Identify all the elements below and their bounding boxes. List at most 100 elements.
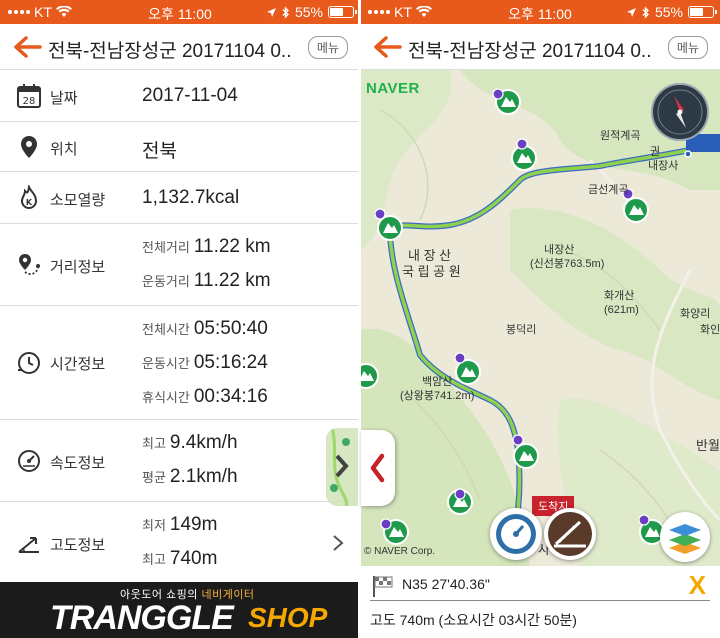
info-row-altitude[interactable]: 고도정보 최저 149m 최고 740m (0, 502, 360, 584)
time-total-key: 전체시간 (142, 322, 190, 337)
time-rest-value: 00:34:16 (193, 386, 268, 407)
altitude-min: 최저 149m (142, 514, 217, 536)
map-label-bongdeokri: 봉덕리 (506, 324, 537, 336)
coordinate-panel: N35 27'40.36" X 고도 740m (소요시간 03시간 50분) (360, 566, 720, 638)
detail-screen: KT 오후 11:00 55% 전북-전남장성군 20171104 0... 메… (0, 0, 360, 638)
naver-logo: NAVER (366, 80, 420, 97)
label-distance: 거리정보 (50, 259, 106, 276)
latitude-text: N35 27'40.36" (402, 576, 490, 592)
bluetooth-icon (642, 5, 649, 19)
time-moving-value: 05:16:24 (193, 352, 268, 373)
gauge-button[interactable] (490, 508, 542, 560)
banner-shop: SHOP (248, 602, 328, 633)
map-label-park-line1: 내 장 산 (408, 248, 452, 263)
info-row-distance: 거리정보 전체거리 11.22 km 운동거리 11.22 km (0, 224, 360, 306)
label-altitude: 고도정보 (50, 537, 106, 554)
battery-percent: 55% (654, 4, 683, 20)
map-label-sangwangbong: (상왕봉741.2m) (400, 390, 475, 402)
calendar-icon: 28 (17, 84, 41, 108)
speed-max: 최고 9.4km/h (142, 432, 238, 454)
info-row-speed: 속도정보 최고 9.4km/h 평균 2.1km/h (0, 420, 360, 502)
pin-icon (21, 136, 37, 158)
map-label-edge-hwa: 화인 (700, 324, 720, 336)
menu-button[interactable]: 메뉴 (307, 36, 348, 59)
map-label-banwol: 반월 (696, 438, 720, 453)
menu-button[interactable]: 메뉴 (667, 36, 708, 59)
status-bar-map: KT 오후 11:00 55% (360, 0, 720, 24)
map-label-hwayangri: 화양리 (680, 308, 711, 320)
close-coordinates-button[interactable]: X (689, 570, 706, 601)
distance-total: 전체거리 11.22 km (142, 236, 271, 258)
status-right-group-map: 55% (626, 4, 717, 20)
map-thumbnail-tab[interactable] (326, 428, 360, 506)
collapse-map-button[interactable] (361, 430, 395, 506)
altitude-max: 최고 740m (142, 548, 217, 570)
map-screen: KT 오후 11:00 55% 전북-전남장성군 20171104 0... 메… (360, 0, 720, 638)
map-label-park-line2: 국 립 공 원 (402, 264, 461, 279)
info-row-date: 28 날짜 2017-11-04 (0, 70, 360, 122)
map-view[interactable]: NAVER 원적계곡 권 내장사 금선계곡 내장산 (신선봉763.5m) 내 … (360, 70, 720, 566)
altitude-profile-button[interactable] (544, 508, 596, 560)
speed-avg-value: 2.1km/h (169, 466, 238, 487)
distance-total-key: 전체거리 (142, 240, 190, 255)
speed-avg-key: 평균 (142, 470, 166, 485)
altitude-text: 고도 740m (소요시간 03시간 50분) (370, 612, 577, 628)
banner-brand: TRANGGLE (50, 599, 234, 637)
fire-icon: K (20, 185, 38, 209)
info-row-location: 위치 전북 (0, 122, 360, 172)
map-label-wonjeok: 원적계곡 (600, 130, 641, 142)
altitude-min-key: 최저 (142, 518, 166, 533)
battery-icon (328, 6, 357, 18)
map-label-naejangsa: 내장사 (648, 160, 679, 172)
status-bar: KT 오후 11:00 55% (0, 0, 360, 24)
back-arrow-icon[interactable] (14, 36, 42, 58)
map-label-edge-gwon: 권 (650, 146, 661, 158)
map-copyright: © NAVER Corp. (364, 546, 436, 557)
label-location: 위치 (50, 141, 78, 158)
chevron-right-icon[interactable] (332, 534, 344, 552)
value-location: 전북 (142, 141, 177, 162)
label-time: 시간정보 (50, 356, 106, 373)
pane-divider (358, 0, 361, 638)
altitude-max-key: 최고 (142, 552, 166, 567)
info-list: 28 날짜 2017-11-04 위치 전북 K 소모열량 1,132.7kca… (0, 70, 360, 584)
route-pin-icon (19, 254, 40, 275)
value-date: 2017-11-04 (142, 85, 238, 106)
layers-icon (669, 524, 701, 554)
svg-text:K: K (26, 198, 33, 207)
chevron-left-icon (370, 453, 385, 483)
time-total: 전체시간 05:50:40 (142, 318, 268, 340)
distance-moving: 운동거리 11.22 km (142, 270, 271, 292)
back-arrow-icon[interactable] (374, 36, 402, 58)
coordinate-divider (370, 600, 710, 601)
page-title: 전북-전남장성군 20171104 0... (408, 41, 653, 62)
shop-banner[interactable]: 아웃도어 쇼핑의 네비게이터 TRANGGLE SHOP (0, 582, 360, 638)
map-header: 전북-전남장성군 20171104 0... 메뉴 (360, 24, 720, 70)
flag-icon (373, 576, 393, 597)
speed-max-key: 최고 (142, 436, 166, 451)
compass-icon (651, 83, 709, 141)
map-label-hwagaesan: 화개산 (604, 290, 635, 302)
bluetooth-icon (282, 5, 289, 19)
label-speed: 속도정보 (50, 455, 106, 472)
map-label-hwagaesan-alt: (621m) (604, 304, 639, 316)
label-date: 날짜 (50, 90, 78, 107)
altitude-min-value: 149m (169, 514, 218, 535)
altitude-profile-icon (548, 512, 592, 556)
distance-moving-value: 11.22 km (193, 270, 271, 291)
label-calories: 소모열량 (50, 192, 106, 209)
svg-text:28: 28 (23, 96, 36, 107)
altitude-icon (18, 537, 39, 553)
compass-button[interactable] (650, 82, 710, 142)
clock-icon (18, 352, 40, 374)
location-arrow-icon (266, 7, 276, 17)
map-thumbnail (326, 428, 360, 506)
distance-total-value: 11.22 km (193, 236, 271, 257)
speed-avg: 평균 2.1km/h (142, 466, 238, 488)
layers-button[interactable] (660, 512, 710, 562)
distance-moving-key: 운동거리 (142, 274, 190, 289)
battery-percent: 55% (294, 4, 323, 20)
time-moving-key: 운동시간 (142, 356, 190, 371)
time-moving: 운동시간 05:16:24 (142, 352, 268, 374)
map-label-naejangsan: 내장산 (544, 244, 575, 256)
